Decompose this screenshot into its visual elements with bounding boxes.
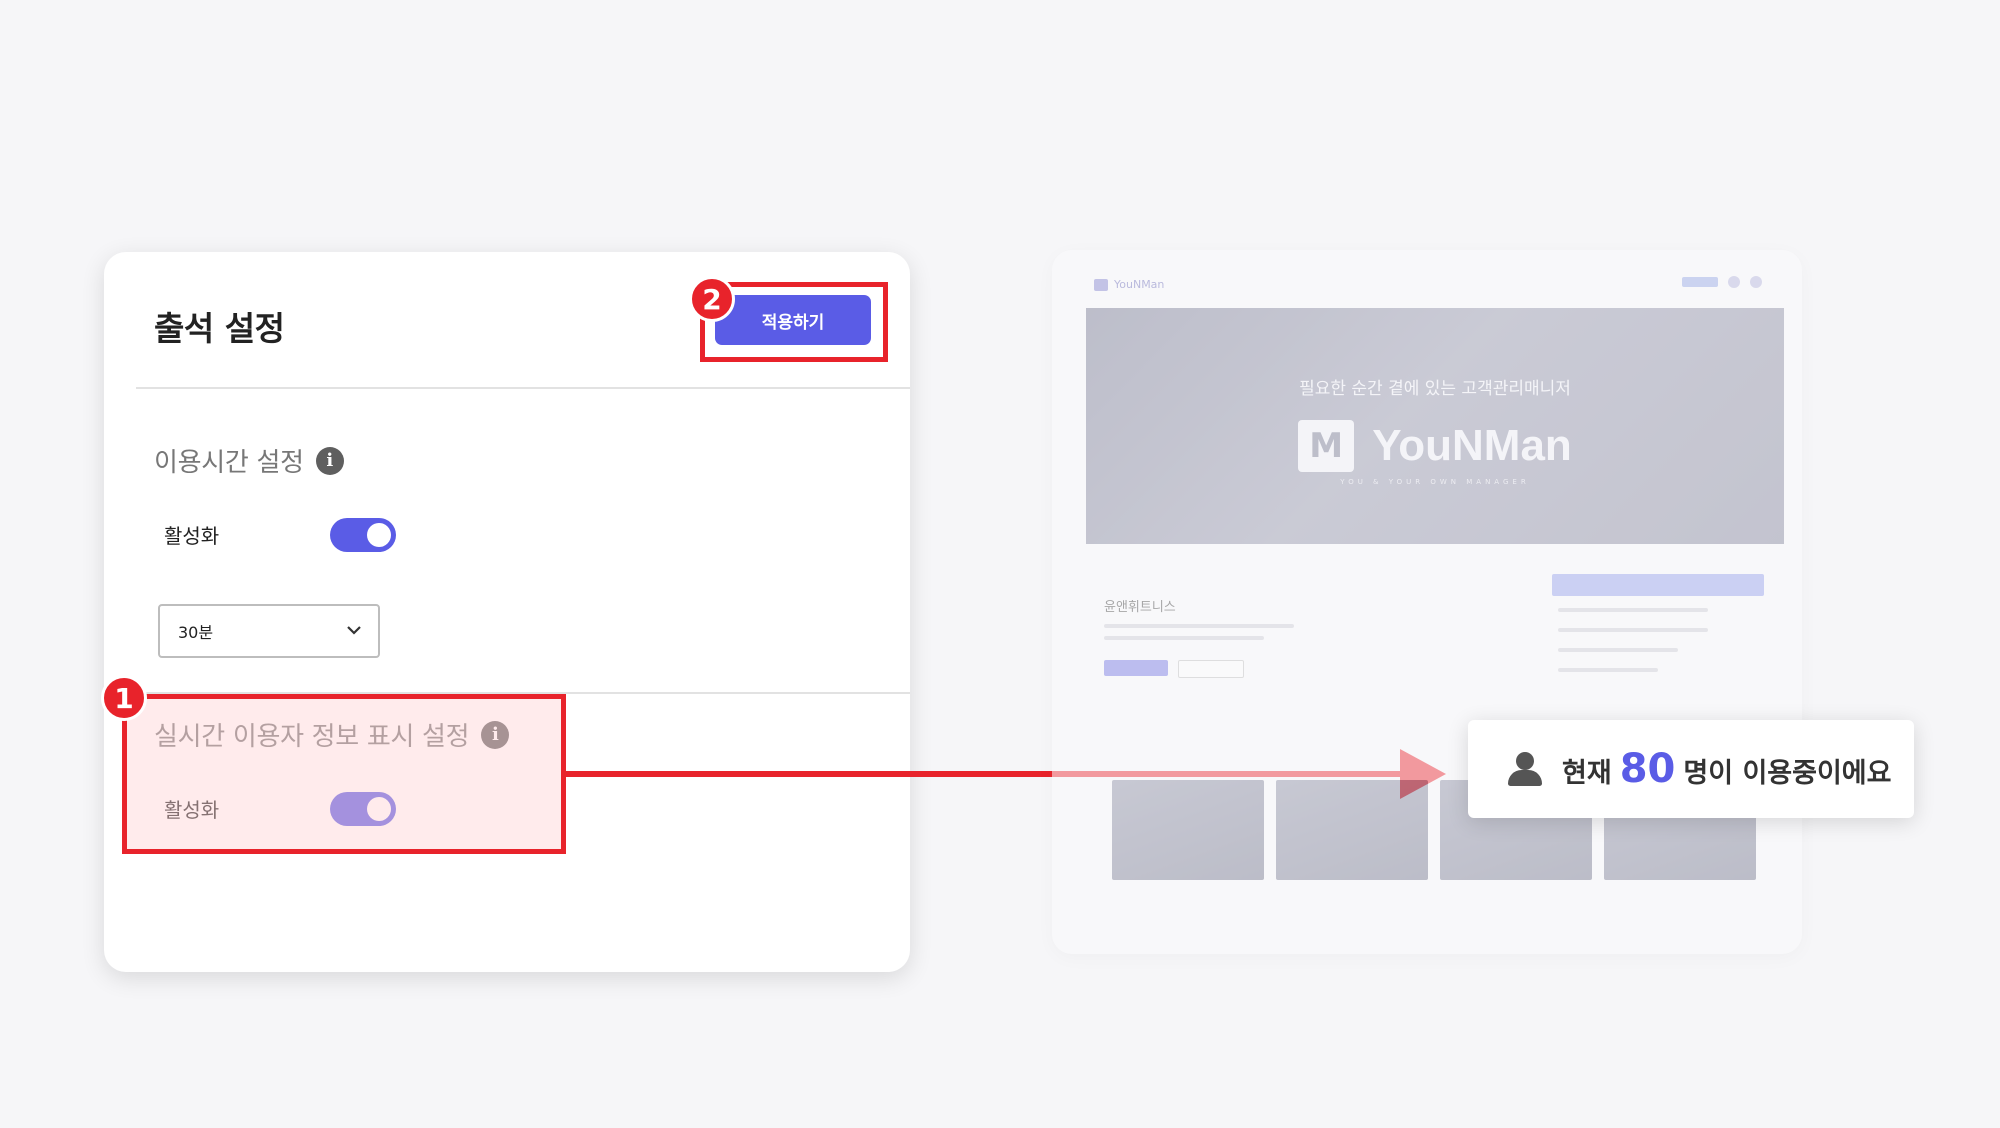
callout-prefix: 현재	[1562, 758, 1612, 789]
website-preview: YouNMan 필요한 순간 곁에 있는 고객관리매니저 M YouNMan Y…	[1052, 250, 1802, 954]
info-icon[interactable]: i	[315, 446, 344, 475]
preview-hero-subtitle: 필요한 순간 곁에 있는 고객관리매니저	[1299, 379, 1571, 399]
preview-top-actions	[1682, 276, 1762, 288]
highlight-box-realtime-setting	[122, 694, 566, 854]
preview-brand: YouNMan	[1094, 278, 1164, 291]
user-circle-icon	[1750, 276, 1762, 288]
preview-primary-button	[1104, 660, 1168, 676]
usage-time-toggle-label: 활성화	[164, 524, 220, 548]
callout-suffix: 명이 이용중이에요	[1683, 758, 1892, 789]
step-badge-2: 2	[689, 276, 735, 322]
preview-logo-icon	[1094, 278, 1108, 291]
bell-icon	[1728, 276, 1740, 288]
preview-secondary-button	[1178, 660, 1244, 678]
preview-info-header	[1552, 574, 1764, 596]
page-title: 출석 설정	[154, 309, 285, 348]
person-icon	[1506, 750, 1544, 788]
usage-time-title-label: 이용시간 설정	[154, 448, 304, 478]
usage-time-toggle[interactable]	[330, 518, 396, 552]
preview-top-pill	[1682, 277, 1718, 287]
callout-text: 현재 80 명이 이용중이에요	[1562, 746, 1891, 792]
preview-tile	[1276, 780, 1428, 880]
preview-hero: 필요한 순간 곁에 있는 고객관리매니저 M YouNMan YOU & YOU…	[1086, 308, 1784, 544]
preview-hero-brand: YouNMan	[1372, 421, 1572, 470]
usage-time-select-value: 30분	[178, 623, 214, 642]
usage-time-section-title: 이용시간 설정 i	[154, 442, 344, 479]
user-count: 80	[1619, 746, 1676, 792]
preview-description-lines	[1104, 624, 1294, 648]
preview-hero-logo: M YouNMan	[1086, 420, 1784, 472]
preview-info-rows	[1558, 608, 1708, 688]
preview-brand-label: YouNMan	[1114, 278, 1165, 291]
usage-time-select[interactable]: 30분	[158, 604, 380, 658]
preview-hero-tagline: YOU & YOUR OWN MANAGER	[1340, 478, 1530, 486]
chevron-down-icon	[347, 626, 361, 635]
brand-logo-icon: M	[1298, 420, 1355, 472]
header-divider	[136, 387, 910, 389]
preview-tile	[1112, 780, 1264, 880]
realtime-user-count-callout: 현재 80 명이 이용중이에요	[1468, 720, 1914, 818]
preview-center-name: 윤앤휘트니스	[1104, 600, 1176, 615]
step-badge-1: 1	[101, 675, 147, 721]
